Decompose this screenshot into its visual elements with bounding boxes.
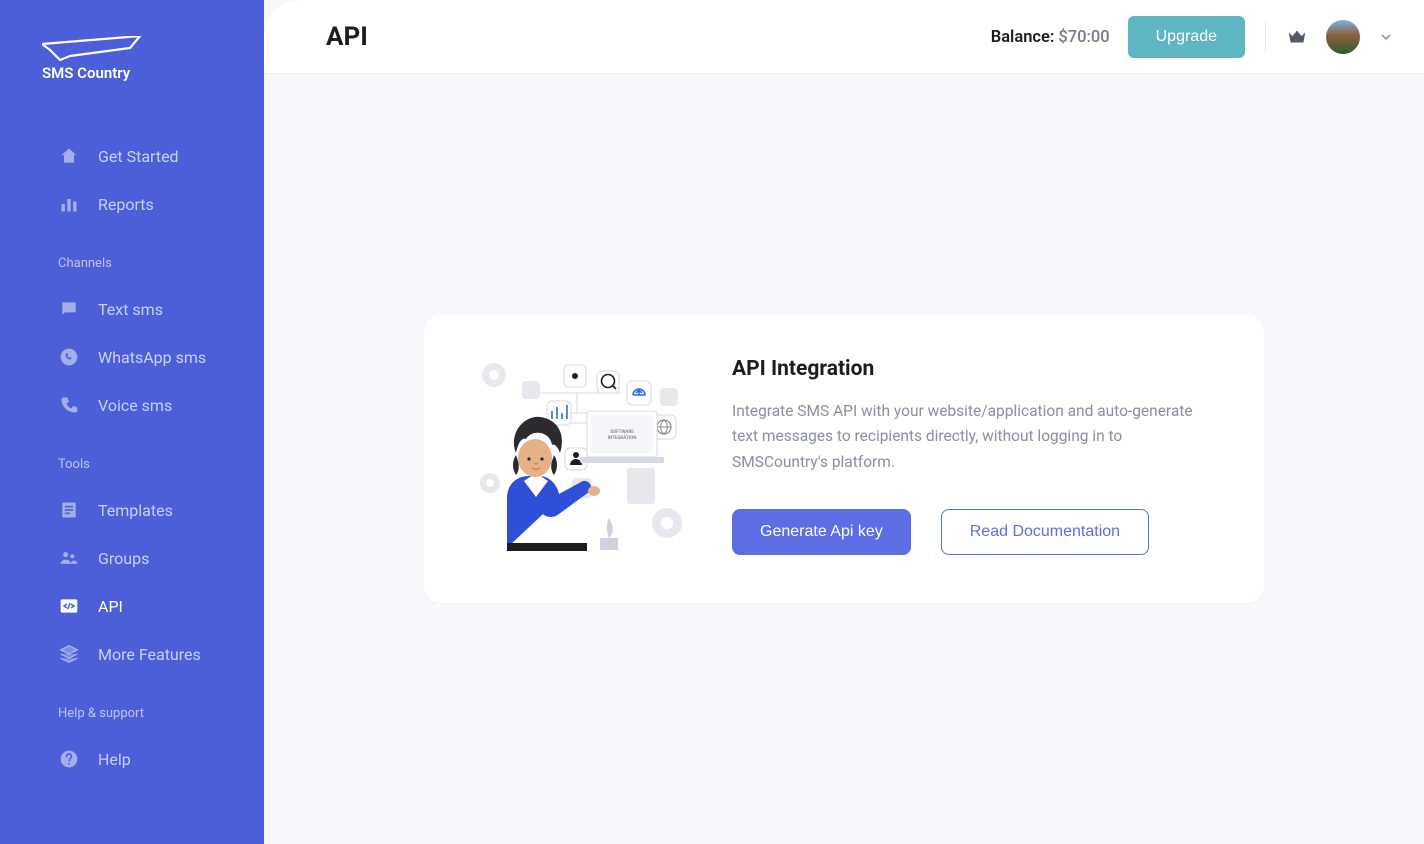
divider (1265, 22, 1266, 52)
nav-section-channels: Channels Text sms WhatsApp sms Voice sms (0, 256, 264, 429)
section-title-channels: Channels (0, 256, 264, 271)
sidebar-item-more-features[interactable]: More Features (0, 630, 264, 678)
whatsapp-icon (58, 346, 80, 368)
nav-section-help: Help & support Help (0, 706, 264, 783)
svg-text:INTEGRATION: INTEGRATION (608, 435, 637, 441)
section-title-tools: Tools (0, 457, 264, 472)
sidebar: SMS Country Get Started Reports Channels… (0, 0, 264, 844)
sidebar-item-voice-sms[interactable]: Voice sms (0, 381, 264, 429)
svg-text:SMS Country: SMS Country (42, 64, 131, 82)
chevron-down-icon[interactable] (1378, 29, 1394, 45)
code-icon (58, 595, 80, 617)
template-icon (58, 499, 80, 521)
brand-logo: SMS Country (0, 36, 264, 88)
sidebar-item-label: Groups (98, 549, 149, 568)
chat-icon (58, 298, 80, 320)
sidebar-item-label: WhatsApp sms (98, 348, 206, 367)
read-documentation-button[interactable]: Read Documentation (941, 509, 1149, 555)
api-card: SOFTWARE INTEGRATION (424, 315, 1264, 604)
balance-label: Balance: (991, 28, 1055, 47)
nav-section-tools: Tools Templates Groups API More Features (0, 457, 264, 678)
page-title: API (326, 22, 368, 52)
sidebar-item-reports[interactable]: Reports (0, 180, 264, 228)
sidebar-item-text-sms[interactable]: Text sms (0, 285, 264, 333)
balance-amount: $70:00 (1058, 28, 1109, 47)
sidebar-item-label: Voice sms (98, 396, 172, 415)
balance: Balance: $70:00 (991, 27, 1110, 47)
section-title-help: Help & support (0, 706, 264, 721)
sidebar-item-templates[interactable]: Templates (0, 486, 264, 534)
generate-api-key-button[interactable]: Generate Api key (732, 509, 911, 555)
api-illustration: SOFTWARE INTEGRATION (472, 353, 682, 553)
sidebar-item-label: Reports (98, 195, 154, 214)
chart-icon (58, 193, 80, 215)
sidebar-item-groups[interactable]: Groups (0, 534, 264, 582)
upgrade-button[interactable]: Upgrade (1128, 16, 1245, 58)
content: SOFTWARE INTEGRATION (264, 74, 1424, 844)
layers-icon (58, 643, 80, 665)
main-area: API Balance: $70:00 Upgrade (264, 0, 1424, 844)
card-actions: Generate Api key Read Documentation (732, 509, 1216, 555)
header: API Balance: $70:00 Upgrade (264, 0, 1424, 74)
sidebar-item-label: Help (98, 750, 131, 769)
sidebar-item-help[interactable]: Help (0, 735, 264, 783)
sidebar-item-label: API (98, 597, 123, 616)
home-icon (58, 145, 80, 167)
sidebar-item-label: Text sms (98, 300, 163, 319)
sidebar-item-label: More Features (98, 645, 201, 664)
crown-icon[interactable] (1286, 26, 1308, 48)
illustration-caption: SOFTWARE (610, 429, 634, 435)
nav-section-main: Get Started Reports (0, 132, 264, 228)
avatar[interactable] (1326, 20, 1360, 54)
groups-icon (58, 547, 80, 569)
sidebar-item-label: Get Started (98, 147, 179, 166)
sidebar-item-get-started[interactable]: Get Started (0, 132, 264, 180)
header-right: Balance: $70:00 Upgrade (991, 16, 1394, 58)
card-body: API Integration Integrate SMS API with y… (732, 353, 1216, 556)
card-description: Integrate SMS API with your website/appl… (732, 399, 1216, 476)
sidebar-item-whatsapp-sms[interactable]: WhatsApp sms (0, 333, 264, 381)
phone-icon (58, 394, 80, 416)
card-title: API Integration (732, 357, 1216, 381)
sidebar-item-api[interactable]: API (0, 582, 264, 630)
sidebar-item-label: Templates (98, 501, 173, 520)
help-icon (58, 748, 80, 770)
